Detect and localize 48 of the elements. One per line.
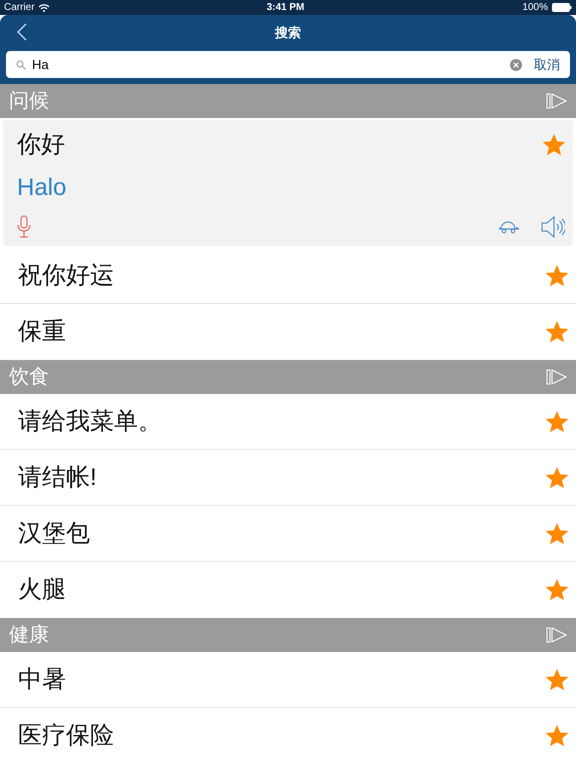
clock: 3:41 PM	[266, 1, 304, 15]
play-icon[interactable]	[546, 93, 568, 109]
phrase-card[interactable]: 你好 Halo	[3, 120, 573, 246]
star-icon[interactable]	[546, 725, 568, 747]
phrase-text: 请给我菜单。	[18, 406, 162, 436]
nav-title: 搜索	[275, 24, 301, 42]
battery-icon	[552, 3, 572, 12]
speaker-icon[interactable]	[541, 216, 565, 238]
phrase-row[interactable]: 医疗保险	[0, 708, 576, 764]
carrier-label: Carrier	[4, 1, 35, 15]
phrase-text: 中暑	[18, 664, 66, 694]
phrase-row[interactable]: 祝你好运	[0, 248, 576, 304]
section-title: 问候	[9, 89, 49, 114]
search-icon	[16, 60, 26, 70]
phrase-row[interactable]: 请结帐!	[0, 450, 576, 506]
clear-icon[interactable]	[510, 58, 522, 70]
play-icon[interactable]	[546, 369, 568, 385]
back-button[interactable]	[16, 23, 28, 41]
star-icon[interactable]	[546, 668, 568, 690]
phrase-row[interactable]: 汉堡包	[0, 506, 576, 562]
cancel-button[interactable]: 取消	[534, 54, 560, 74]
phrase-text: 汉堡包	[18, 518, 90, 548]
play-icon[interactable]	[546, 627, 568, 643]
star-icon[interactable]	[546, 410, 568, 432]
wifi-icon	[38, 4, 49, 12]
phrase-text: 请结帐!	[18, 462, 97, 492]
phrase-text: 医疗保险	[18, 721, 114, 751]
phrase-row[interactable]: 中暑	[0, 652, 576, 708]
translation-text: Halo	[17, 173, 66, 203]
section-title: 饮食	[9, 365, 49, 390]
star-icon[interactable]	[543, 134, 565, 156]
phrase-text: 你好	[17, 130, 65, 160]
phrase-row[interactable]: 保重	[0, 304, 576, 360]
phrase-row[interactable]: 请给我菜单。	[0, 394, 576, 450]
microphone-icon[interactable]	[17, 215, 31, 239]
phrase-row[interactable]: 火腿	[0, 562, 576, 618]
section-title: 健康	[9, 623, 49, 648]
star-icon[interactable]	[546, 321, 568, 343]
phrase-text: 保重	[18, 317, 66, 347]
search-field[interactable]: Ha 取消	[6, 51, 570, 78]
battery-label: 100%	[522, 1, 548, 15]
star-icon[interactable]	[546, 264, 568, 286]
phrase-text: 火腿	[18, 575, 66, 605]
star-icon[interactable]	[546, 579, 568, 601]
turtle-icon[interactable]	[497, 219, 521, 235]
star-icon[interactable]	[546, 522, 568, 544]
star-icon[interactable]	[546, 466, 568, 488]
phrase-text: 祝你好运	[18, 260, 114, 290]
